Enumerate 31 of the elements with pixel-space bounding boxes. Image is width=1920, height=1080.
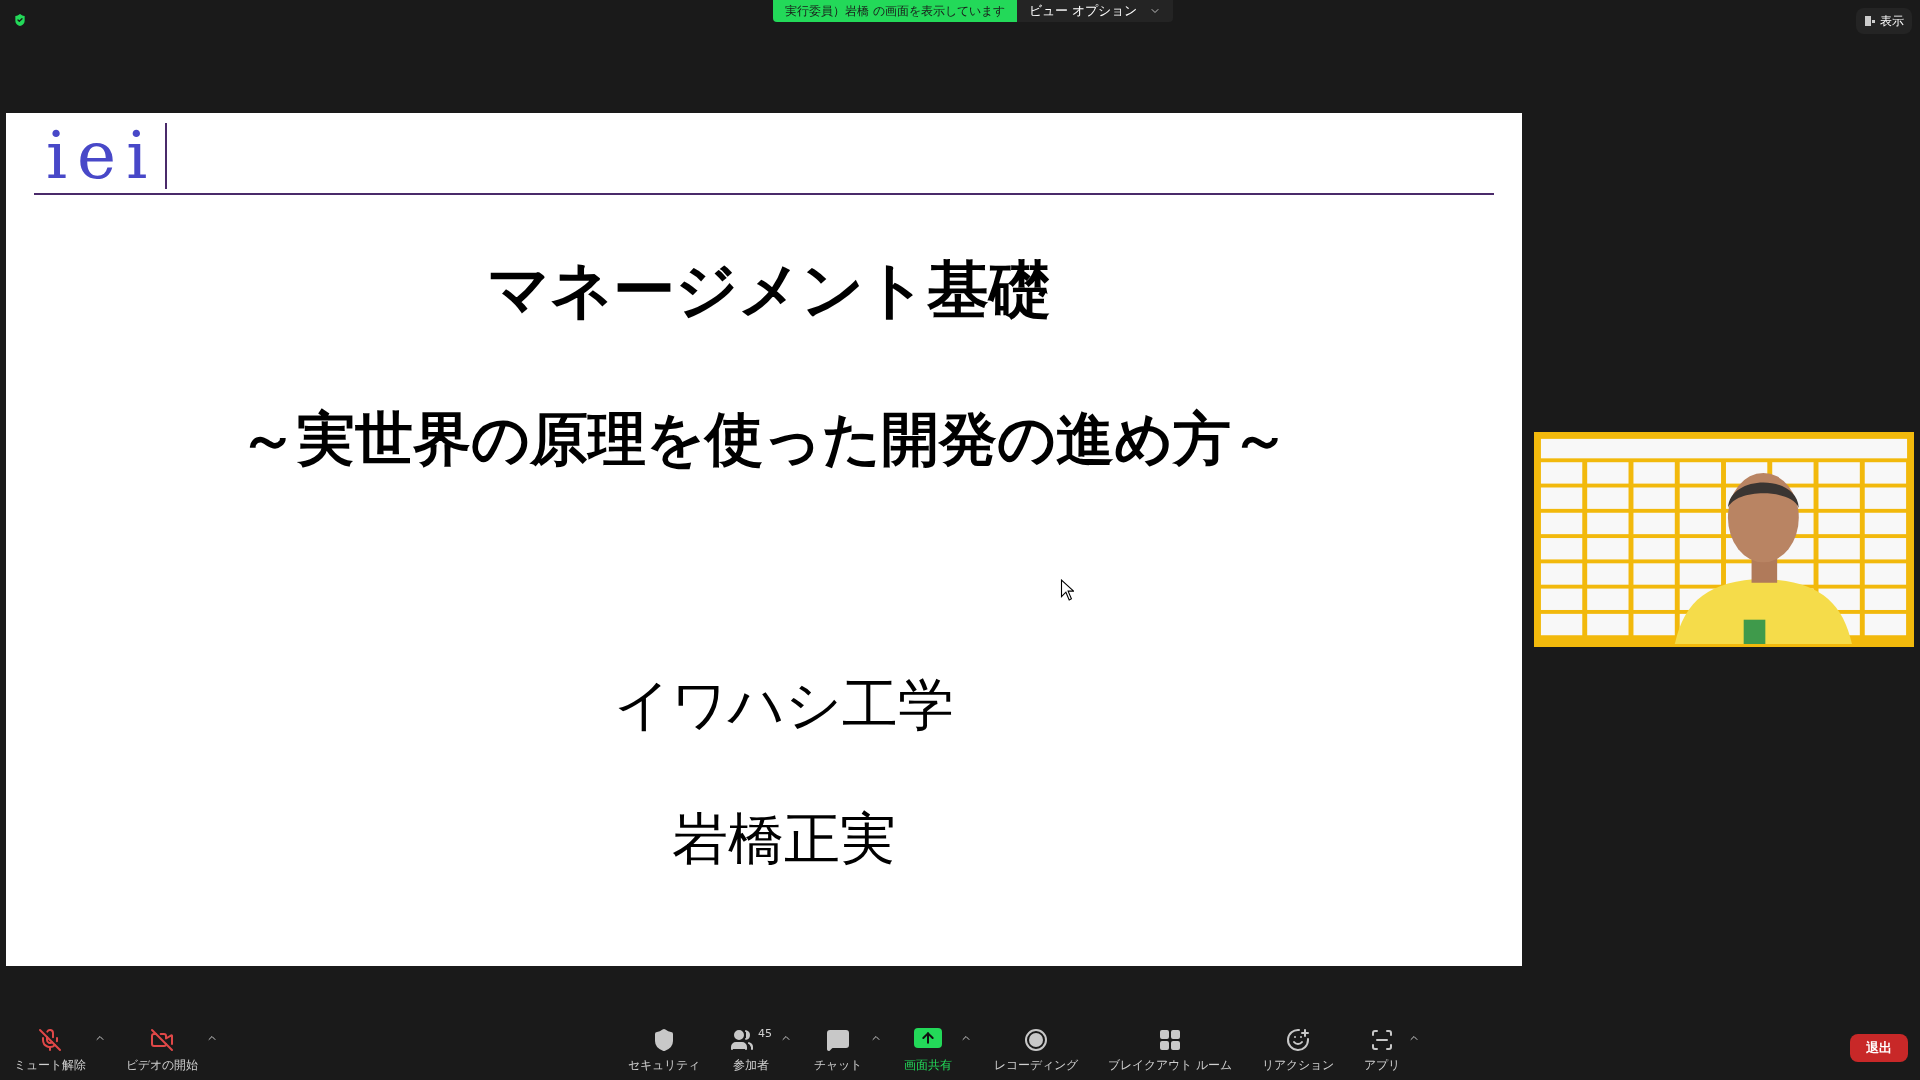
toolbar-button[interactable]: ビデオの開始: [118, 1028, 206, 1074]
participant-count: 45: [758, 1028, 772, 1039]
apps-icon: [1369, 1028, 1394, 1052]
toolbar-button[interactable]: アプリ: [1355, 1028, 1408, 1074]
grid-icon: [1157, 1028, 1182, 1052]
toolbar-button[interactable]: 画面共有: [896, 1028, 960, 1074]
view-icon: [1864, 15, 1876, 27]
toolbar-button[interactable]: 45 参加者: [722, 1028, 780, 1074]
toolbar-button[interactable]: レコーディング: [986, 1028, 1086, 1074]
people-icon: [730, 1028, 754, 1052]
screen-share-banner: 実行委員）岩橋 の画面を表示しています: [773, 0, 1017, 22]
toolbar-button[interactable]: ミュート解除: [6, 1028, 94, 1074]
chat-icon: [826, 1028, 850, 1052]
shield-icon: [652, 1028, 676, 1052]
view-options-button[interactable]: ビュー オプション: [1016, 0, 1173, 22]
slide-subtitle: ～実世界の原理を使った開発の進め方～: [239, 404, 1289, 475]
toolbar-button[interactable]: ブレイクアウト ルーム: [1100, 1028, 1240, 1074]
slide-title: マネージメント基礎: [486, 252, 1051, 328]
toolbar-button[interactable]: チャット: [806, 1028, 870, 1074]
smiley-plus-icon: [1285, 1028, 1310, 1052]
security-shield-icon: [12, 12, 28, 28]
record-icon: [1024, 1028, 1048, 1052]
organization-name: イワハシ工学: [613, 671, 954, 739]
mouse-pointer-icon: [1060, 579, 1074, 601]
share-screen-icon: [914, 1028, 942, 1048]
toolbar-button[interactable]: セキュリティ: [620, 1028, 708, 1074]
view-button[interactable]: 表示: [1856, 8, 1912, 34]
toolbar-button[interactable]: リアクション: [1253, 1028, 1342, 1074]
logo-text: iei: [46, 123, 168, 189]
leave-button[interactable]: 退出: [1850, 1034, 1908, 1062]
author-name: 岩橋正実: [671, 805, 896, 873]
